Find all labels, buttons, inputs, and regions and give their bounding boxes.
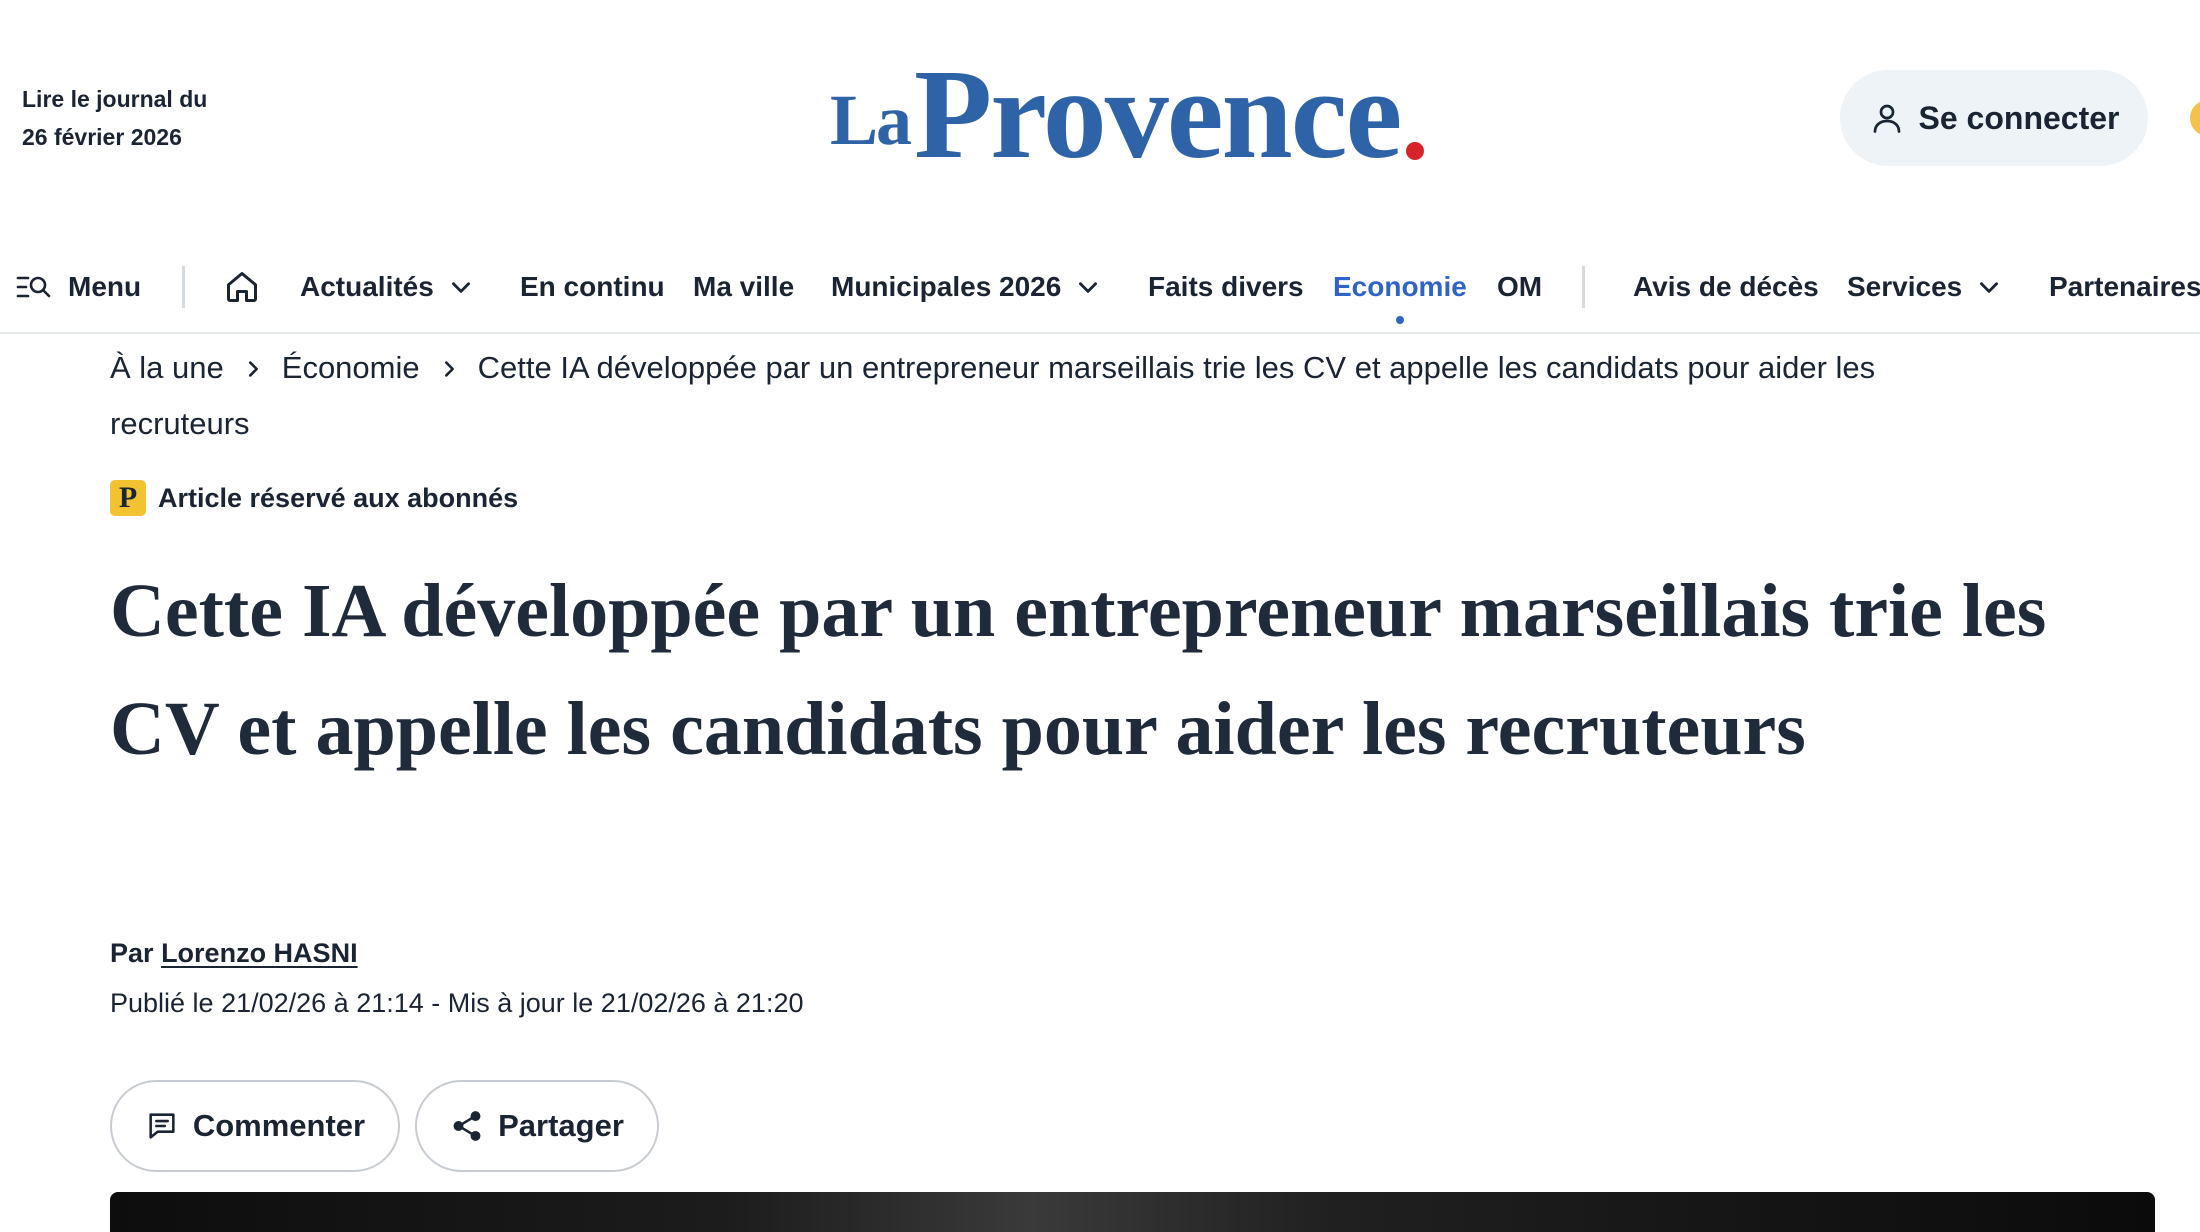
home-link[interactable] [224,252,260,322]
nav-item-label: Partenaires [2049,271,2200,302]
nav-item-actualites[interactable]: Actualités [300,252,474,322]
main-nav: Menu Actualités En continu Ma ville Muni… [0,252,2200,334]
nav-item-avis-de-deces[interactable]: Avis de décès [1633,252,1819,322]
nav-divider [1582,266,1585,308]
chevron-down-icon [1079,282,1098,293]
user-icon [1873,104,1900,133]
read-journal-date: 26 février 2026 [22,124,182,150]
nav-item-label: Municipales 2026 [831,271,1062,302]
share-icon [453,1111,481,1141]
breadcrumb: À la une Économie Cette IA développée par … [110,340,1990,452]
comment-icon [149,1113,175,1139]
premium-p-icon: P [110,480,146,516]
read-journal-link[interactable]: Lire le journal du 26 février 2026 [22,80,207,156]
chevron-right-icon [444,361,454,377]
home-icon [227,272,257,302]
nav-item-municipales-2026[interactable]: Municipales 2026 [831,252,1101,322]
comment-label: Commenter [192,1108,366,1143]
chevron-down-icon [1980,282,1999,293]
nav-item-ma-ville[interactable]: Ma ville [693,252,794,322]
breadcrumb-home[interactable]: À la une [110,350,224,385]
nav-item-label: Actualités [300,271,434,302]
read-journal-line1: Lire le journal du [22,86,208,112]
byline: Par Lorenzo HASNI [110,938,358,969]
share-button[interactable]: Partager [415,1080,659,1172]
author-link[interactable]: Lorenzo HASNI [161,938,358,968]
logo-red-dot [1406,142,1425,160]
byline-prefix: Par [110,938,154,968]
nav-item-label: OM [1497,271,1543,302]
article-title: Cette IA développée par un entrepreneur … [110,569,2047,771]
menu-label: Menu [68,271,142,302]
subscriber-only-label: Article réservé aux abonnés [158,482,519,513]
logo-provence-text: Provence [914,43,1402,185]
nav-item-label: Ma ville [693,271,795,302]
subscribe-edge-badge[interactable] [2190,100,2200,136]
breadcrumb-economie[interactable]: Économie [282,350,420,385]
nav-item-label: Economie [1333,271,1467,302]
nav-item-label: Avis de décès [1633,271,1819,302]
menu-search-icon [16,276,51,298]
site-logo[interactable]: La Provence [830,43,1425,185]
publication-dates: Publié le 21/02/26 à 21:14 - Mis à jour … [110,988,804,1018]
article-hero-image [110,1192,2155,1232]
nav-item-faits-divers[interactable]: Faits divers [1148,252,1304,322]
share-label: Partager [498,1108,624,1143]
nav-item-partenaires[interactable]: Partenaires [2049,252,2200,322]
subscriber-only-badge: P Article réservé aux abonnés [110,480,518,516]
logo-la-text: La [830,80,912,160]
nav-item-om[interactable]: OM [1497,252,1542,322]
chevron-down-icon [451,282,470,293]
nav-item-en-continu[interactable]: En continu [520,252,665,322]
comment-button[interactable]: Commenter [110,1080,400,1172]
nav-item-label: Faits divers [1148,271,1304,302]
nav-divider [182,266,185,308]
nav-item-services[interactable]: Services [1847,252,2002,322]
nav-item-label: Services [1847,271,1963,302]
login-button[interactable]: Se connecter [1840,70,2148,166]
chevron-right-icon [248,361,258,377]
login-label: Se connecter [1918,99,2120,136]
nav-item-label: En continu [520,271,665,302]
nav-item-economie[interactable]: Economie [1333,252,1467,324]
menu-button[interactable]: Menu [16,252,141,322]
